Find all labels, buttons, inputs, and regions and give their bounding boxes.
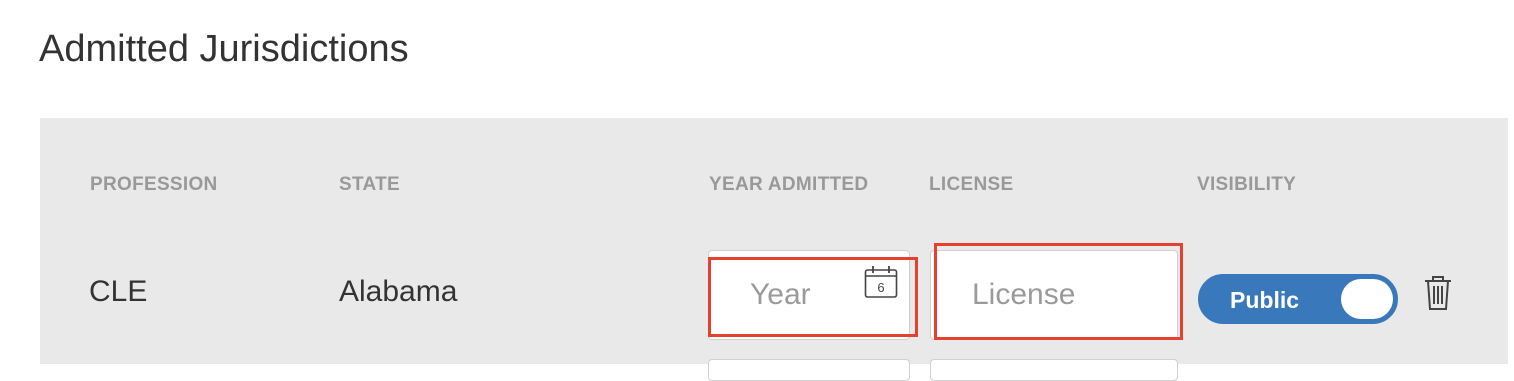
toggle-knob xyxy=(1341,279,1393,319)
state-value: Alabama xyxy=(339,275,458,308)
year-highlight-box xyxy=(708,257,918,337)
license-highlight-box xyxy=(934,243,1183,340)
section-title: Admitted Jurisdictions xyxy=(39,28,409,70)
header-state: STATE xyxy=(339,174,400,195)
header-year-admitted: YEAR ADMITTED xyxy=(709,174,869,195)
trash-icon[interactable] xyxy=(1423,274,1453,317)
year-admitted-input-next[interactable] xyxy=(708,359,910,381)
header-visibility: VISIBILITY xyxy=(1197,174,1297,195)
visibility-toggle[interactable]: Public xyxy=(1198,274,1398,324)
header-license: LICENSE xyxy=(929,174,1014,195)
header-profession: PROFESSION xyxy=(90,174,218,195)
profession-value: CLE xyxy=(89,275,148,308)
jurisdictions-panel: PROFESSION STATE YEAR ADMITTED LICENSE V… xyxy=(40,118,1508,381)
visibility-toggle-label: Public xyxy=(1230,287,1300,313)
license-input-next[interactable] xyxy=(930,359,1178,381)
